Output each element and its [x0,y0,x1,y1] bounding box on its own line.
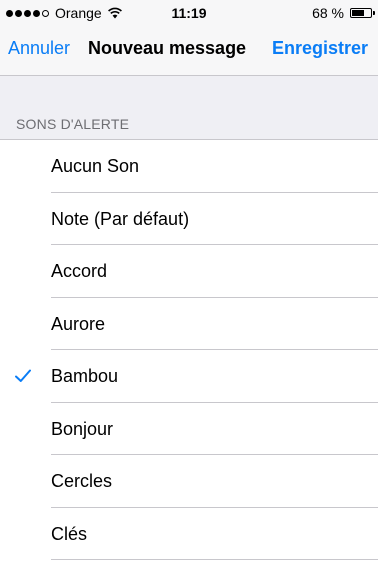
list-item-label: Aurore [51,313,106,334]
signal-strength-icon [6,9,51,17]
signal-dot [33,9,40,17]
cancel-button[interactable]: Annuler [8,26,70,70]
battery-level [352,10,365,16]
status-right: 68 % [312,5,378,21]
checkmark-icon [15,369,31,382]
signal-dot [15,9,22,17]
list-item-label: Cercles [51,471,113,491]
section-header: SONS D'ALERTE [16,116,130,132]
status-bar: Orange 11:19 68 % [0,0,378,26]
battery-percentage: 68 % [312,5,344,21]
list-item[interactable]: Bambou [0,350,378,403]
battery-icon [350,8,375,18]
alert-sound-list: Aucun Son Note (Par défaut) Accord Auror… [0,139,378,565]
list-item[interactable]: Aurore [0,298,378,351]
carrier-name: Orange [55,5,102,21]
list-item[interactable]: Aucun Son [0,140,378,193]
list-item[interactable]: Clés [0,508,378,561]
signal-dot [24,9,31,17]
list-item-label: Clés [51,523,88,544]
signal-dot [6,9,13,17]
status-left: Orange [0,5,123,21]
wifi-icon [107,7,122,19]
list-item[interactable]: Note (Par défaut) [0,193,378,246]
list-item[interactable]: Cercles [0,455,378,508]
signal-dot [42,9,49,17]
list-item-label: Accord [51,261,108,281]
save-button[interactable]: Enregistrer [272,26,368,70]
list-item-label: Bambou [51,366,119,386]
list-item-label: Aucun Son [51,156,140,176]
navigation-bar: Annuler Nouveau message Enregistrer [0,26,378,76]
list-item-label: Bonjour [51,418,114,439]
list-item-label: Note (Par défaut) [51,208,190,229]
list-item[interactable]: Bonjour [0,403,378,456]
page-title: Nouveau message [88,38,247,58]
list-item[interactable]: Accord [0,245,378,298]
battery-tip [373,11,375,15]
